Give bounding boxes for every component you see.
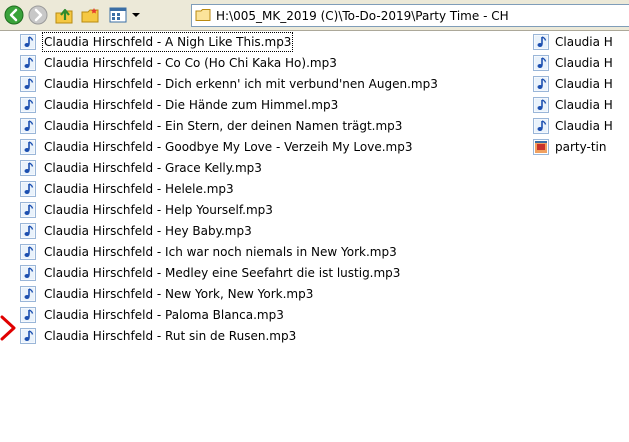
- file-name: Claudia Hirschfeld - Ein Stern, der dein…: [44, 119, 403, 133]
- file-name: Claudia Hirschfeld - Grace Kelly.mp3: [44, 161, 262, 175]
- file-name: Claudia Hirschfeld - Goodbye My Love - V…: [44, 140, 413, 154]
- mp3-file-icon: [533, 118, 549, 134]
- mp3-file-icon: [20, 244, 36, 260]
- mp3-file-icon: [20, 223, 36, 239]
- views-icon: [109, 7, 127, 23]
- file-name: Claudia Hirschfeld - Die Hände zum Himme…: [44, 98, 339, 112]
- back-button[interactable]: [4, 5, 24, 25]
- file-name: Claudia Hirschfeld - A Nigh Like This.mp…: [42, 32, 294, 52]
- mp3-file-icon: [20, 139, 36, 155]
- mp3-file-icon: [533, 97, 549, 113]
- mp3-file-icon: [533, 76, 549, 92]
- back-icon: [4, 5, 24, 25]
- mp3-file-icon: [20, 265, 36, 281]
- file-name: Claudia Hirschfeld - Helele.mp3: [44, 182, 234, 196]
- forward-button[interactable]: [28, 5, 48, 25]
- address-path: H:\005_MK_2019 (C)\To-Do-2019\Party Time…: [216, 9, 509, 23]
- up-folder-icon: [55, 8, 73, 24]
- mp3-file-icon: [20, 76, 36, 92]
- mp3-file-icon: [533, 34, 549, 50]
- folders-button[interactable]: [80, 5, 100, 25]
- mp3-file-icon: [20, 181, 36, 197]
- explorer-toolbar: H:\005_MK_2019 (C)\To-Do-2019\Party Time…: [0, 0, 629, 31]
- mp3-file-icon: [20, 34, 36, 50]
- red-arrow-icon: [0, 315, 16, 341]
- file-list: Claudia Hirschfeld - A Nigh Like This.mp…: [0, 31, 629, 442]
- file-name: Claudia H: [555, 77, 613, 91]
- file-name: Claudia Hirschfeld - Hey Baby.mp3: [44, 224, 252, 238]
- file-name: Claudia Hirschfeld - Co Co (Ho Chi Kaka …: [44, 56, 337, 70]
- file-name: Claudia H: [555, 35, 613, 49]
- file-name: Claudia Hirschfeld - Paloma Blanca.mp3: [44, 308, 284, 322]
- playlist-file-icon: [533, 139, 549, 155]
- file-name: Claudia Hirschfeld - Help Yourself.mp3: [44, 203, 273, 217]
- address-bar[interactable]: H:\005_MK_2019 (C)\To-Do-2019\Party Time…: [191, 4, 629, 27]
- views-button[interactable]: [108, 5, 128, 25]
- file-name: Claudia Hirschfeld - Rut sin de Rusen.mp…: [44, 329, 297, 343]
- up-folder-button[interactable]: [54, 5, 74, 25]
- mp3-file-icon: [20, 202, 36, 218]
- file-name: Claudia Hirschfeld - Ich war noch niemal…: [44, 245, 397, 259]
- file-name: Claudia Hirschfeld - Medley eine Seefahr…: [44, 266, 401, 280]
- file-name: party-tin: [555, 140, 607, 154]
- mp3-file-icon: [20, 328, 36, 344]
- mp3-file-icon: [20, 55, 36, 71]
- mp3-file-icon: [20, 118, 36, 134]
- mp3-file-icon: [20, 307, 36, 323]
- forward-icon: [28, 5, 48, 25]
- mp3-file-icon: [20, 286, 36, 302]
- mp3-file-icon: [533, 55, 549, 71]
- folders-icon: [81, 8, 99, 23]
- file-name: Claudia Hirschfeld - Dich erkenn' ich mi…: [44, 77, 438, 91]
- folder-icon: [195, 9, 211, 21]
- file-name: Claudia H: [555, 119, 613, 133]
- views-dropdown-icon: [132, 13, 140, 17]
- file-name: Claudia H: [555, 98, 613, 112]
- mp3-file-icon: [20, 97, 36, 113]
- views-dropdown-button[interactable]: [130, 5, 142, 25]
- file-name: Claudia Hirschfeld - New York, New York.…: [44, 287, 314, 301]
- mp3-file-icon: [20, 160, 36, 176]
- file-name: Claudia H: [555, 56, 613, 70]
